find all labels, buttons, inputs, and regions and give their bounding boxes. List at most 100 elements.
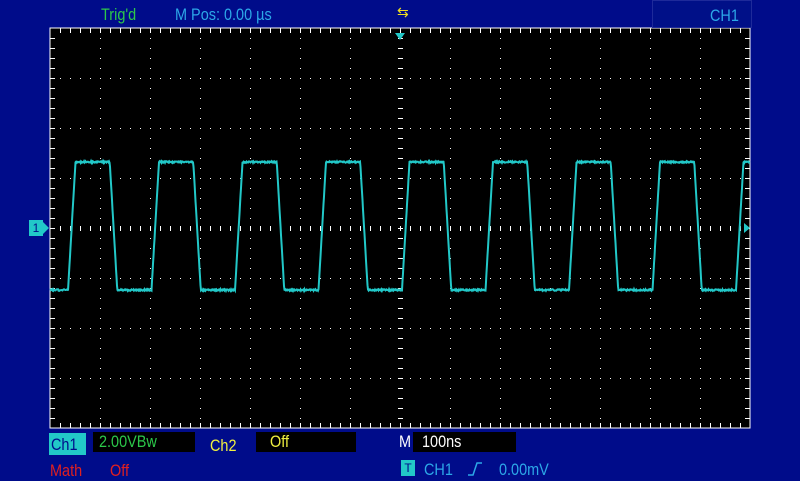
ch2-label[interactable]: Ch2 bbox=[210, 436, 237, 456]
grid-dot bbox=[490, 378, 491, 379]
border-tick bbox=[490, 28, 491, 33]
grid-dot bbox=[550, 58, 551, 59]
grid-dot bbox=[160, 378, 161, 379]
center-tick bbox=[550, 226, 551, 231]
grid-dot bbox=[70, 378, 71, 379]
grid-dot bbox=[650, 88, 651, 89]
grid-dot bbox=[500, 318, 501, 319]
border-tick bbox=[610, 28, 611, 33]
grid-dot bbox=[70, 328, 71, 329]
ground-marker-arrow-icon bbox=[43, 222, 49, 234]
grid-dot bbox=[720, 328, 721, 329]
center-tick bbox=[110, 226, 111, 231]
center-tick bbox=[310, 226, 311, 231]
border-tick bbox=[460, 423, 461, 428]
grid-dot bbox=[520, 128, 521, 129]
border-tick bbox=[50, 48, 55, 49]
grid-dot bbox=[80, 378, 81, 379]
center-tick bbox=[100, 226, 101, 231]
grid-dot bbox=[490, 128, 491, 129]
grid-dot bbox=[600, 108, 601, 109]
grid-dot bbox=[220, 128, 221, 129]
grid-dot bbox=[180, 328, 181, 329]
border-tick bbox=[450, 28, 451, 33]
grid-dot bbox=[350, 358, 351, 359]
border-tick bbox=[320, 28, 321, 33]
grid-dot bbox=[110, 78, 111, 79]
grid-dot bbox=[340, 278, 341, 279]
grid-dot bbox=[650, 268, 651, 269]
grid-dot bbox=[460, 78, 461, 79]
grid-dot bbox=[300, 378, 301, 379]
grid-dot bbox=[700, 158, 701, 159]
grid-dot bbox=[200, 308, 201, 309]
grid-dot bbox=[730, 78, 731, 79]
grid-dot bbox=[600, 138, 601, 139]
center-tick bbox=[380, 226, 381, 231]
border-tick bbox=[50, 258, 55, 259]
grid-dot bbox=[200, 148, 201, 149]
grid-dot bbox=[100, 248, 101, 249]
grid-dot bbox=[180, 128, 181, 129]
trigger-level[interactable]: 0.00mV bbox=[499, 460, 549, 480]
grid-dot bbox=[150, 268, 151, 269]
grid-dot bbox=[410, 378, 411, 379]
grid-dot bbox=[340, 178, 341, 179]
grid-dot bbox=[200, 68, 201, 69]
grid-dot bbox=[250, 328, 251, 329]
trigger-source[interactable]: CH1 bbox=[424, 460, 453, 480]
center-tick bbox=[398, 58, 403, 59]
center-tick bbox=[398, 348, 403, 349]
center-tick bbox=[410, 226, 411, 231]
center-tick bbox=[398, 98, 403, 99]
grid-dot bbox=[650, 388, 651, 389]
grid-dot bbox=[100, 318, 101, 319]
math-label[interactable]: Math bbox=[50, 461, 82, 481]
grid-dot bbox=[350, 128, 351, 129]
grid-dot bbox=[120, 178, 121, 179]
center-tick bbox=[660, 226, 661, 231]
grid-dot bbox=[250, 238, 251, 239]
grid-dot bbox=[740, 278, 741, 279]
grid-dot bbox=[450, 128, 451, 129]
grid-dot bbox=[300, 88, 301, 89]
border-tick bbox=[745, 408, 750, 409]
grid-dot bbox=[270, 328, 271, 329]
border-tick bbox=[570, 423, 571, 428]
ch1-scale[interactable]: 2.00VBw bbox=[99, 432, 157, 452]
grid-dot bbox=[600, 378, 601, 379]
channel-menu-button[interactable]: CH1 bbox=[652, 0, 752, 28]
grid-dot bbox=[700, 348, 701, 349]
border-tick bbox=[650, 28, 651, 33]
border-tick bbox=[420, 423, 421, 428]
grid-dot bbox=[550, 128, 551, 129]
center-tick bbox=[700, 226, 701, 231]
grid-dot bbox=[600, 88, 601, 89]
grid-dot bbox=[250, 248, 251, 249]
border-tick bbox=[745, 318, 750, 319]
grid-dot bbox=[350, 38, 351, 39]
grid-dot bbox=[260, 78, 261, 79]
center-tick bbox=[650, 226, 651, 231]
grid-dot bbox=[450, 208, 451, 209]
grid-dot bbox=[480, 178, 481, 179]
border-tick bbox=[650, 423, 651, 428]
grid-dot bbox=[250, 198, 251, 199]
grid-dot bbox=[500, 358, 501, 359]
grid-dot bbox=[740, 78, 741, 79]
grid-dot bbox=[200, 178, 201, 179]
timebase-scale[interactable]: 100ns bbox=[422, 432, 461, 452]
ch2-value[interactable]: Off bbox=[270, 432, 289, 452]
grid-dot bbox=[450, 178, 451, 179]
ch1-ground-marker[interactable]: 1 bbox=[29, 220, 43, 236]
grid-dot bbox=[330, 178, 331, 179]
grid-dot bbox=[140, 378, 141, 379]
grid-dot bbox=[550, 308, 551, 309]
grid-dot bbox=[350, 158, 351, 159]
border-tick bbox=[50, 108, 55, 109]
grid-dot bbox=[360, 378, 361, 379]
border-tick bbox=[745, 148, 750, 149]
grid-dot bbox=[600, 58, 601, 59]
grid-dot bbox=[700, 178, 701, 179]
center-tick bbox=[160, 226, 161, 231]
